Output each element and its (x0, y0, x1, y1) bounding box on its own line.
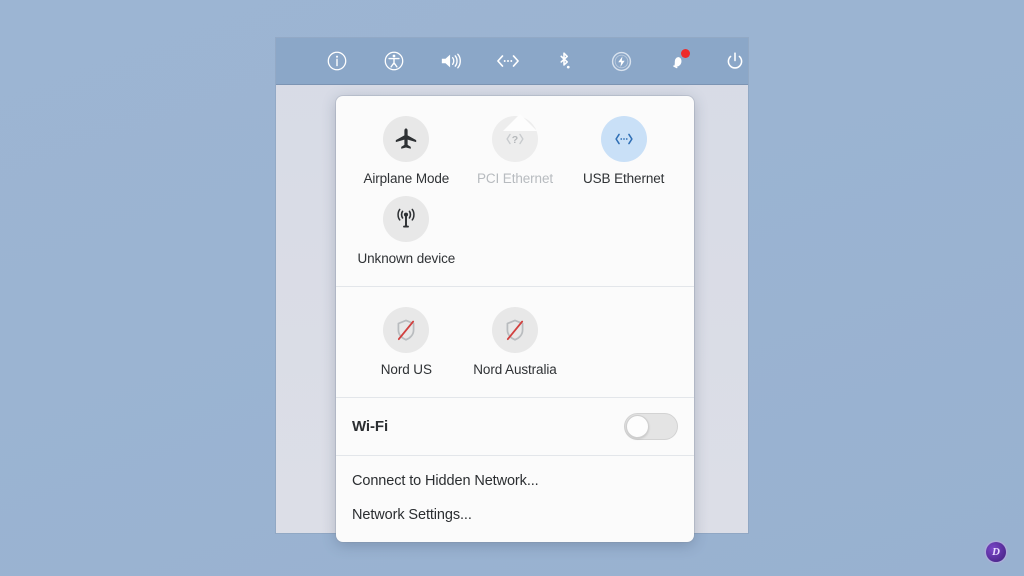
wifi-toggle-knob (626, 415, 649, 438)
shield-disabled-icon (383, 307, 430, 353)
bluetooth-icon[interactable] (551, 47, 578, 75)
wifi-toggle-row[interactable]: Wi-Fi (336, 398, 694, 456)
network-dropdown-panel: Airplane Mode ? PCI Ethernet USB Etherne… (336, 96, 694, 542)
menu-item-connect-hidden-network[interactable]: Connect to Hidden Network... (336, 464, 694, 498)
device-label: PCI Ethernet (476, 171, 554, 186)
accessibility-icon[interactable] (381, 47, 408, 75)
device-tile-usb-ethernet[interactable]: USB Ethernet (569, 112, 678, 192)
device-tile-airplane-mode[interactable]: Airplane Mode (352, 112, 461, 192)
panel-menu-list: Connect to Hidden Network... Network Set… (336, 456, 694, 542)
notification-badge (681, 49, 691, 58)
wifi-toggle-switch[interactable] (624, 413, 678, 440)
shield-disabled-icon (491, 307, 538, 353)
volume-icon[interactable] (438, 47, 465, 75)
device-label: Unknown device (357, 251, 456, 266)
watermark-logo: D (986, 542, 1006, 562)
network-icon[interactable] (494, 47, 521, 75)
notifications-bell-icon[interactable] (665, 47, 692, 75)
airplane-icon (383, 116, 430, 162)
vpn-tile-nord-australia[interactable]: Nord Australia (461, 303, 570, 383)
vpn-label: Nord US (380, 362, 432, 377)
ethernet-icon (600, 116, 647, 162)
battery-charging-icon[interactable] (608, 47, 635, 75)
info-icon[interactable] (324, 47, 351, 75)
broadcast-tower-icon (383, 196, 430, 242)
power-icon[interactable] (721, 47, 748, 75)
device-tile-unknown-device[interactable]: Unknown device (352, 192, 461, 272)
menu-bar (276, 38, 748, 85)
vpn-section: Nord US Nord Australia (336, 287, 694, 398)
svg-text:?: ? (512, 134, 518, 146)
device-label: Airplane Mode (363, 171, 450, 186)
menu-item-network-settings[interactable]: Network Settings... (336, 498, 694, 532)
wifi-label: Wi-Fi (352, 418, 389, 435)
vpn-tile-nord-us[interactable]: Nord US (352, 303, 461, 383)
vpn-label: Nord Australia (473, 362, 557, 377)
device-label: USB Ethernet (582, 171, 665, 186)
screen-area: Airplane Mode ? PCI Ethernet USB Etherne… (276, 38, 748, 542)
panel-pointer-arrow (503, 114, 537, 131)
